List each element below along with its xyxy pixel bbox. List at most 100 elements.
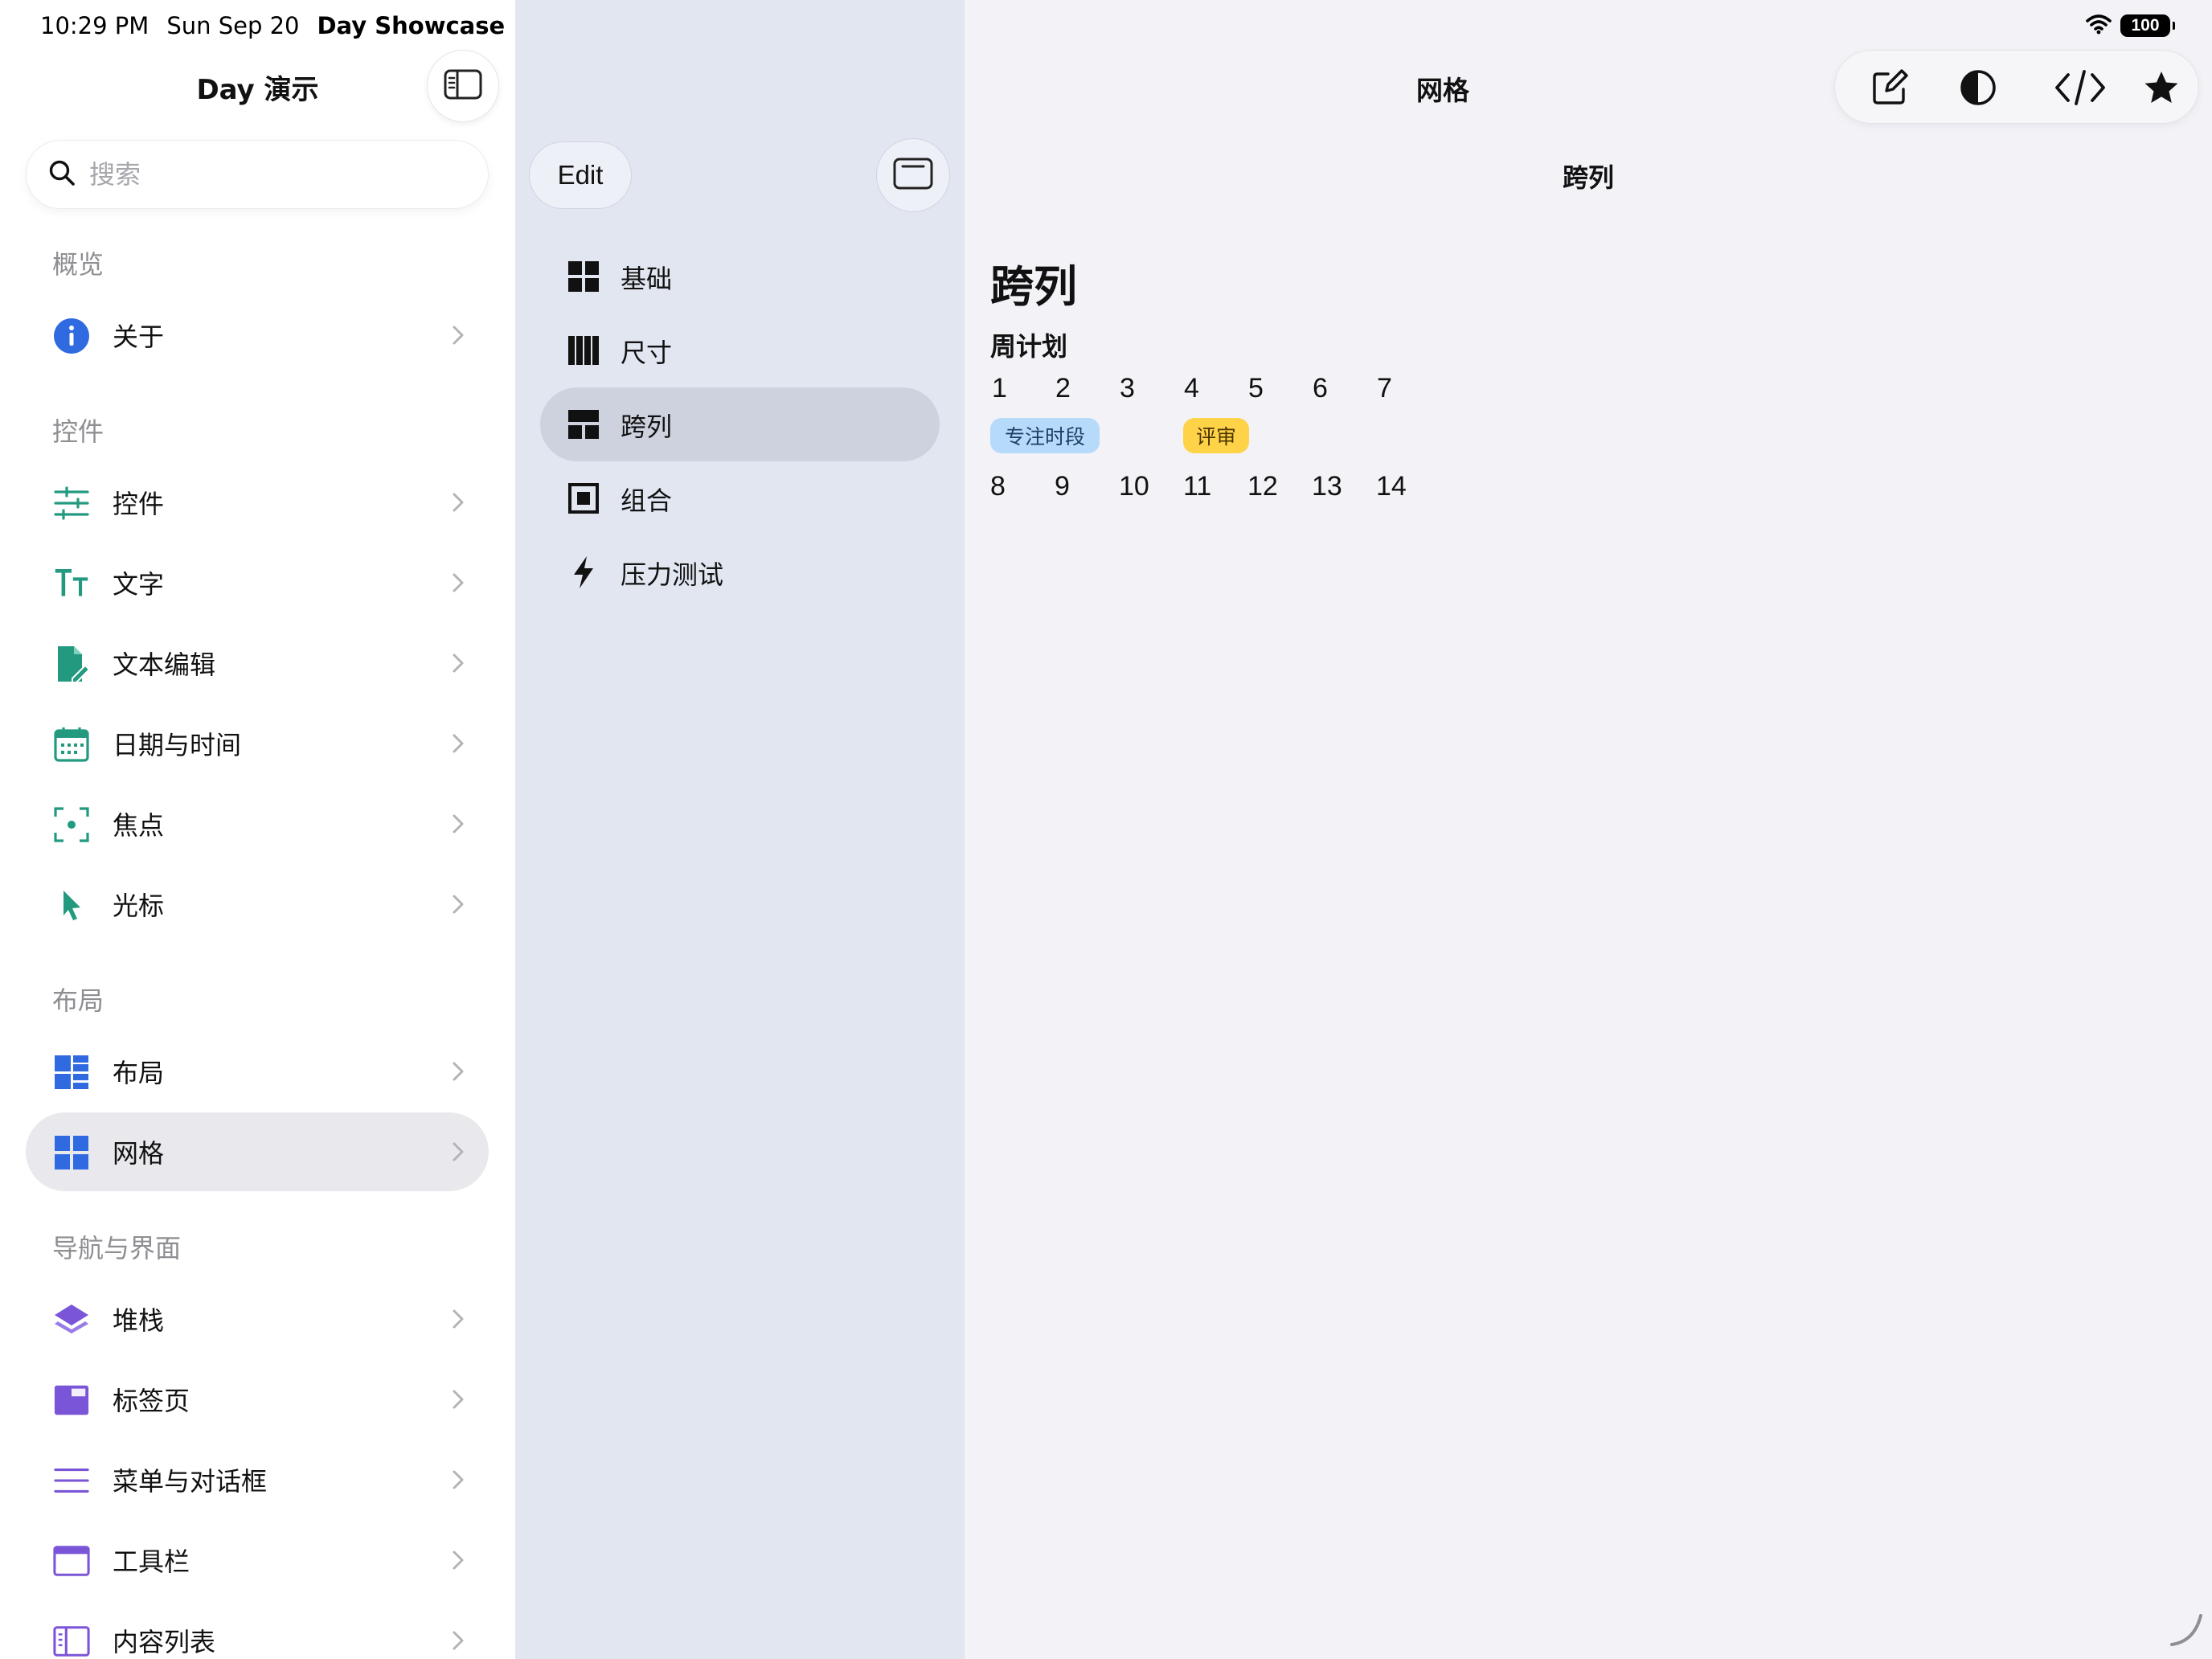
chevron-right-icon [452, 1389, 465, 1413]
sidebar-item-label: 内容列表 [113, 1627, 216, 1657]
columns-icon [566, 333, 601, 368]
resize-handle-icon[interactable] [2165, 1609, 2204, 1651]
fullscreen-toggle-button[interactable] [876, 138, 950, 212]
chevron-right-icon [452, 653, 465, 677]
composite-icon [566, 481, 601, 516]
list-item-label: 基础 [621, 264, 673, 294]
sliders-icon [53, 485, 90, 522]
sidebar-item-text-editing[interactable]: 文本编辑 [26, 624, 489, 703]
detail-subtitle: 跨列 [1562, 162, 1614, 193]
compose-icon[interactable] [1867, 65, 1912, 110]
section-header-navigation: 导航与界面 [52, 1233, 182, 1264]
toolbar-icon [53, 1542, 90, 1579]
contrast-icon[interactable] [1956, 65, 2001, 110]
day-cell: 14 [1376, 471, 1407, 502]
list-item-stress-test[interactable]: 压力测试 [540, 535, 940, 609]
detail-nav-title: 网格 [1416, 75, 1469, 106]
day-cell: 11 [1183, 471, 1212, 502]
sidebar-item-label: 控件 [113, 489, 165, 519]
code-icon[interactable] [2052, 65, 2108, 110]
day-cell: 7 [1377, 373, 1392, 403]
sidebar-item-layout[interactable]: 布局 [26, 1032, 489, 1111]
battery-indicator: 100 [2120, 14, 2175, 37]
list-item-label: 压力测试 [621, 559, 724, 590]
chevron-right-icon [452, 1550, 465, 1574]
chevron-right-icon [452, 572, 465, 596]
tabs-icon [53, 1382, 90, 1419]
detail-toolbar [1834, 50, 2199, 124]
sidebar-item-date-time[interactable]: 日期与时间 [26, 704, 489, 783]
list-item-composite[interactable]: 组合 [540, 461, 940, 535]
status-time: 10:29 PM [40, 12, 150, 39]
sidebar-item-label: 网格 [113, 1138, 165, 1169]
search-input[interactable] [89, 159, 459, 190]
day-cell: 4 [1184, 373, 1199, 403]
sidebar-item-label: 堆栈 [113, 1305, 165, 1336]
sidebar-item-label: 关于 [113, 322, 165, 352]
day-cell: 9 [1055, 471, 1070, 502]
section-label-week-plan: 周计划 [990, 331, 1068, 362]
sidebar-item-label: 文本编辑 [113, 649, 216, 680]
sidebar-item-text[interactable]: 文字 [26, 543, 489, 622]
section-header-overview: 概览 [52, 249, 104, 280]
list-item-label: 跨列 [621, 412, 673, 442]
text-size-icon [53, 565, 90, 602]
sidebar-item-label: 文字 [113, 569, 165, 600]
day-cell: 13 [1312, 471, 1342, 502]
star-icon[interactable] [2139, 65, 2184, 110]
chevron-right-icon [452, 1630, 465, 1654]
section-header-layout: 布局 [52, 985, 104, 1016]
sidebar-item-content-list[interactable]: 内容列表 [26, 1601, 489, 1659]
sidebar-item-focus[interactable]: 焦点 [26, 784, 489, 863]
sidebar-item-about[interactable]: 关于 [26, 296, 489, 375]
event-chip-review[interactable]: 评审 [1183, 418, 1249, 453]
sidebar-item-label: 日期与时间 [113, 730, 242, 760]
edit-button[interactable]: Edit [529, 141, 632, 209]
sidebar-item-label: 光标 [113, 891, 165, 921]
grid-basic-icon [566, 259, 601, 294]
search-icon [47, 158, 76, 190]
section-header-controls: 控件 [52, 416, 104, 447]
list-item-label: 组合 [621, 485, 673, 516]
day-cell: 6 [1313, 373, 1328, 403]
chevron-right-icon [452, 894, 465, 918]
sidebar-item-label: 焦点 [113, 810, 165, 841]
sidebar-toggle-button[interactable] [427, 50, 499, 122]
sidebar-item-label: 菜单与对话框 [113, 1466, 268, 1497]
document-edit-icon [53, 645, 90, 683]
sidebar-item-tabs[interactable]: 标签页 [26, 1360, 489, 1439]
span-columns-icon [566, 407, 601, 442]
status-app-name: Day Showcase [317, 12, 506, 39]
search-field[interactable] [26, 140, 489, 209]
calendar-icon [53, 726, 90, 763]
sidebar-item-cursor[interactable]: 光标 [26, 865, 489, 944]
sidebar-item-toolbar[interactable]: 工具栏 [26, 1521, 489, 1600]
focus-icon [53, 806, 90, 843]
chevron-right-icon [452, 492, 465, 516]
sidebar-item-label: 工具栏 [113, 1546, 190, 1577]
chevron-right-icon [452, 1469, 465, 1493]
sidebar-item-menus-dialogs[interactable]: 菜单与对话框 [26, 1440, 489, 1519]
sidebar-item-stack[interactable]: 堆栈 [26, 1280, 489, 1358]
wifi-icon [2085, 14, 2112, 38]
event-chip-focus-block[interactable]: 专注时段 [990, 418, 1100, 453]
stack-icon [53, 1301, 90, 1338]
day-cell: 10 [1119, 471, 1149, 502]
status-bar: 10:29 PM Sun Sep 20 Day Showcase [40, 11, 505, 40]
sidebar-item-grid[interactable]: 网格 [26, 1112, 489, 1191]
info-icon [53, 317, 90, 354]
list-item-basics[interactable]: 基础 [540, 240, 940, 313]
sidebar-icon [443, 68, 483, 104]
sidebar-item-controls[interactable]: 控件 [26, 463, 489, 542]
cursor-icon [53, 887, 90, 924]
chevron-right-icon [452, 733, 465, 757]
list-item-span-columns[interactable]: 跨列 [540, 387, 940, 461]
chevron-right-icon [452, 325, 465, 349]
sidebar-item-label: 布局 [113, 1058, 165, 1088]
day-cell: 3 [1120, 373, 1135, 403]
content-list-icon [53, 1623, 90, 1659]
grid-icon [53, 1134, 90, 1171]
list-item-sizes[interactable]: 尺寸 [540, 313, 940, 387]
window-icon [892, 157, 934, 194]
menu-icon [53, 1462, 90, 1499]
